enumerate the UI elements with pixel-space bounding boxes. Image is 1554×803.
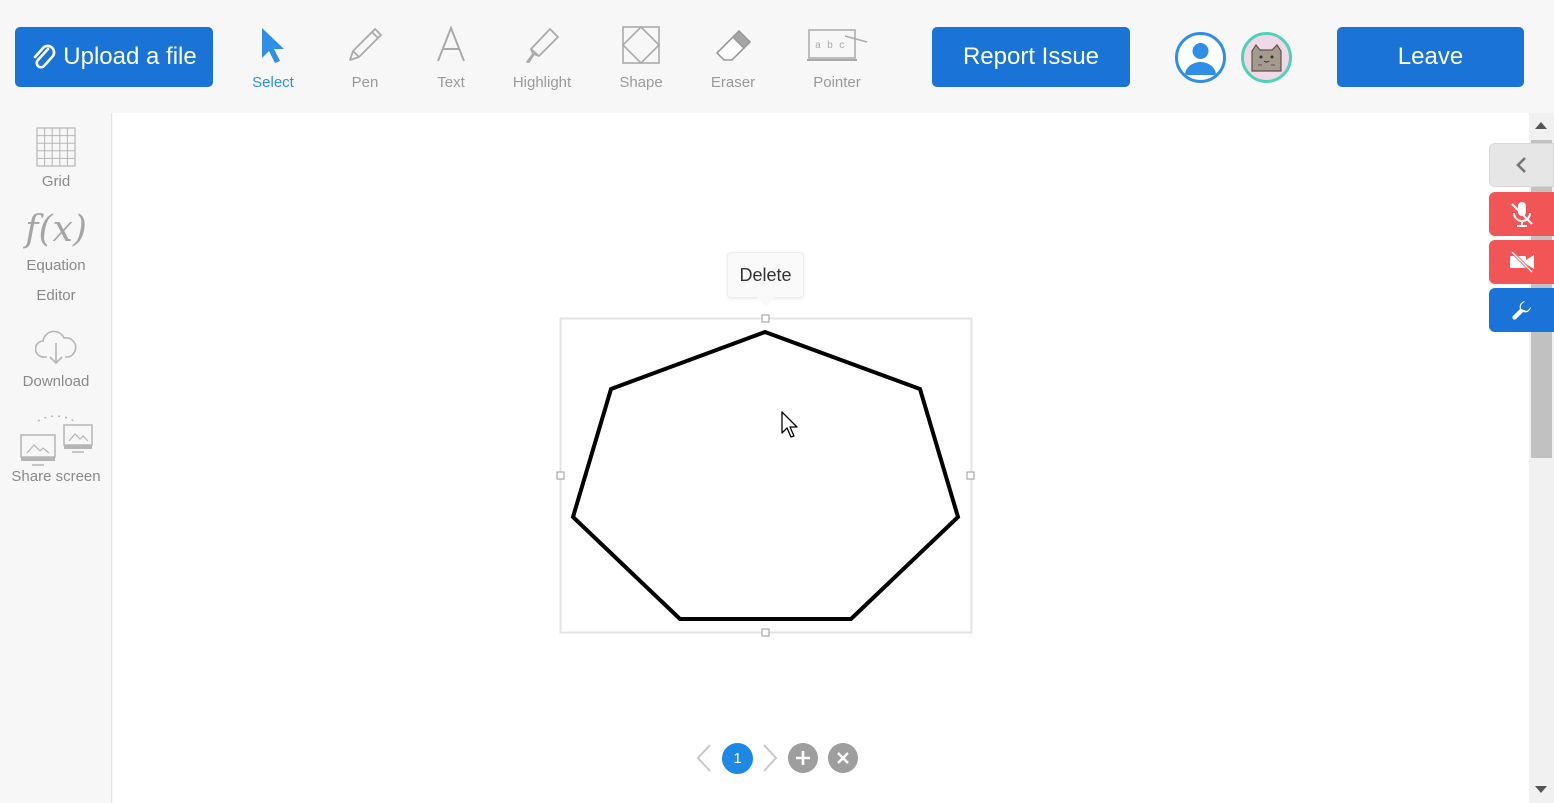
prev-page-chevron-icon[interactable] — [694, 742, 714, 774]
pointer-board-text: a b c — [815, 40, 845, 52]
share-screen-icon — [20, 415, 93, 466]
report-issue-button[interactable]: Report Issue — [932, 27, 1130, 87]
tool-shape[interactable]: Shape — [601, 22, 681, 94]
chevron-left-icon — [1515, 157, 1526, 173]
delete-popover-button[interactable]: Delete — [727, 252, 804, 307]
cat-avatar-icon — [1251, 43, 1282, 72]
tool-highlight[interactable]: Highlight — [502, 22, 582, 94]
camera-off-button[interactable] — [1489, 240, 1554, 284]
cursor-arrow-icon — [262, 28, 284, 63]
tool-label: Shape — [619, 74, 663, 91]
camera-off-icon — [1509, 251, 1534, 273]
top-toolbar: Upload a file Select Pen Text Highlight … — [0, 0, 1554, 113]
mute-mic-button[interactable] — [1489, 192, 1554, 236]
upload-label: Upload a file — [63, 43, 197, 70]
heptagon-outline — [570, 329, 961, 621]
wrench-icon — [1511, 301, 1531, 320]
pointer-board-icon: a b c — [807, 29, 868, 61]
share-screen-button[interactable]: Share screen — [0, 413, 112, 487]
tool-select[interactable]: Select — [233, 22, 313, 94]
tool-label: Pointer — [813, 74, 861, 91]
resize-handle-top[interactable] — [761, 314, 770, 323]
tool-text[interactable]: Text — [411, 22, 491, 94]
selection-box — [559, 317, 973, 634]
share-screen-label: Share screen — [11, 468, 101, 485]
scroll-down-arrow-icon[interactable] — [1535, 786, 1547, 793]
tool-pen[interactable]: Pen — [325, 22, 405, 94]
close-icon — [837, 752, 849, 764]
eraser-icon — [715, 29, 752, 61]
resize-handle-right[interactable] — [966, 471, 975, 480]
tool-label: Highlight — [512, 74, 572, 91]
collapse-panel-button[interactable] — [1489, 143, 1554, 187]
selected-heptagon-shape[interactable] — [555, 314, 977, 638]
tool-label: Select — [252, 74, 294, 91]
plus-icon — [796, 751, 810, 765]
user-icon — [1185, 43, 1216, 75]
equation-label-line2: Editor — [36, 287, 76, 304]
equation-label-line1: Equation — [26, 257, 86, 274]
equation-editor[interactable]: f(x) Equation Editor — [0, 209, 112, 311]
add-page-button[interactable] — [788, 743, 818, 773]
pencil-icon — [349, 28, 382, 61]
leave-button[interactable]: Leave — [1337, 27, 1524, 87]
resize-handle-left[interactable] — [556, 471, 565, 480]
download-label: Download — [22, 373, 90, 390]
grid-label: Grid — [41, 173, 71, 190]
download-button[interactable]: Download — [0, 327, 112, 397]
delete-page-button[interactable] — [828, 743, 858, 773]
cloud-download-icon — [35, 330, 77, 365]
user-avatar-self[interactable] — [1175, 32, 1226, 83]
scroll-up-arrow-icon[interactable] — [1535, 122, 1547, 129]
user-avatar-cat[interactable] — [1241, 32, 1292, 83]
next-page-chevron-icon[interactable] — [758, 742, 782, 774]
text-a-icon — [437, 25, 465, 62]
tool-label: Text — [437, 74, 465, 91]
function-icon: f(x) — [25, 209, 87, 250]
paperclip-icon — [33, 44, 56, 69]
mouse-cursor-icon — [781, 411, 798, 438]
tool-eraser[interactable]: Eraser — [693, 22, 773, 94]
tool-label: Pen — [351, 74, 379, 91]
grid-toggle[interactable]: Grid — [0, 127, 112, 197]
shape-diamond-icon — [621, 25, 661, 65]
tool-label: Eraser — [710, 74, 756, 91]
grid-icon — [36, 127, 76, 167]
left-sidebar: Grid f(x) Equation Editor Download Share… — [0, 113, 112, 803]
settings-tool-button[interactable] — [1489, 288, 1554, 332]
current-page-badge[interactable]: 1 — [722, 743, 753, 774]
upload-file-button[interactable]: Upload a file — [15, 27, 213, 87]
tool-pointer[interactable]: a b c Pointer — [797, 22, 877, 94]
mic-off-icon — [1510, 202, 1533, 227]
highlighter-icon — [526, 28, 559, 63]
resize-handle-bottom[interactable] — [761, 628, 770, 637]
